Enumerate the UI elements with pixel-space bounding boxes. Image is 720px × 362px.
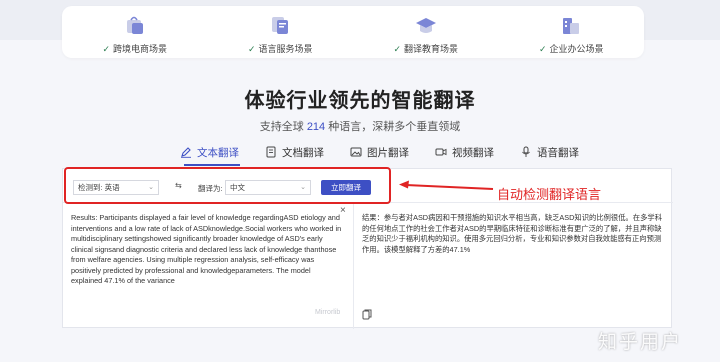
highlight-box bbox=[64, 167, 391, 204]
tab-video-translation[interactable]: 视频翻译 bbox=[435, 145, 494, 160]
pen-icon bbox=[181, 147, 191, 158]
check-icon: ✓ bbox=[538, 44, 547, 54]
check-icon: ✓ bbox=[102, 44, 111, 54]
tab-voice-translation[interactable]: 语音翻译 bbox=[520, 145, 579, 160]
source-watermark: Mirrorlib bbox=[315, 309, 341, 316]
language-count: 214 bbox=[306, 121, 326, 133]
tab-label: 文本翻译 bbox=[197, 146, 239, 159]
annotation-text: 自动检测翻译语言 bbox=[497, 187, 602, 202]
scene-label: 翻译教育场景 bbox=[404, 44, 459, 54]
active-tab-indicator bbox=[184, 164, 240, 166]
scene-language-service[interactable]: ✓ 语言服务场景 bbox=[208, 6, 354, 58]
check-icon: ✓ bbox=[247, 44, 256, 54]
tab-label: 文档翻译 bbox=[282, 146, 324, 159]
source-text-input[interactable]: Results: Participants displayed a fair l… bbox=[71, 213, 343, 287]
scene-label: 跨境电商场景 bbox=[113, 44, 168, 54]
document-translate-icon bbox=[272, 17, 289, 34]
tab-label: 图片翻译 bbox=[367, 146, 409, 159]
site-watermark: 知乎用户 bbox=[598, 332, 683, 353]
scene-label: 企业办公场景 bbox=[549, 44, 604, 54]
check-icon: ✓ bbox=[393, 44, 402, 54]
tab-document-translation[interactable]: 文档翻译 bbox=[265, 145, 324, 160]
subtitle-suffix: 种语言，深耕多个垂直领域 bbox=[325, 121, 461, 133]
clear-text-icon[interactable]: × bbox=[340, 205, 346, 216]
scene-enterprise-office[interactable]: ✓ 企业办公场景 bbox=[499, 6, 645, 58]
page-subtitle: 支持全球 214 种语言，深耕多个垂直领域 bbox=[0, 118, 720, 134]
arrow-left-icon bbox=[399, 180, 494, 190]
image-icon bbox=[350, 147, 362, 157]
tab-text-translation[interactable]: 文本翻译 bbox=[180, 145, 239, 160]
translation-output: 结果：参与者对ASD病因和干预措施的知识水平相当高，缺乏ASD知识的比例很低。在… bbox=[362, 213, 662, 254]
scene-translation-education[interactable]: ✓ 翻译教育场景 bbox=[353, 6, 499, 58]
office-building-icon bbox=[563, 18, 580, 34]
scene-label: 语言服务场景 bbox=[258, 44, 313, 54]
video-icon bbox=[435, 148, 447, 156]
document-icon bbox=[266, 146, 276, 158]
translation-mode-tabs: 文本翻译 文档翻译 图片翻译 视频翻译 语音翻译 bbox=[180, 142, 605, 162]
pane-divider bbox=[353, 203, 354, 329]
copy-icon[interactable] bbox=[362, 309, 372, 320]
tab-label: 视频翻译 bbox=[452, 146, 494, 159]
shopping-bag-icon bbox=[126, 16, 143, 34]
scene-cross-border-ecommerce[interactable]: ✓ 跨境电商场景 bbox=[62, 6, 208, 58]
subtitle-prefix: 支持全球 bbox=[259, 121, 307, 133]
graduation-cap-icon bbox=[415, 18, 436, 33]
tab-image-translation[interactable]: 图片翻译 bbox=[350, 145, 409, 160]
page-title: 体验行业领先的智能翻译 bbox=[244, 90, 476, 112]
tab-label: 语音翻译 bbox=[537, 146, 579, 159]
scenario-card: ✓ 跨境电商场景 ✓ 语言服务场景 ✓ 翻译教育场景 ✓ 企业办公场景 bbox=[62, 6, 644, 58]
microphone-icon bbox=[522, 146, 530, 157]
